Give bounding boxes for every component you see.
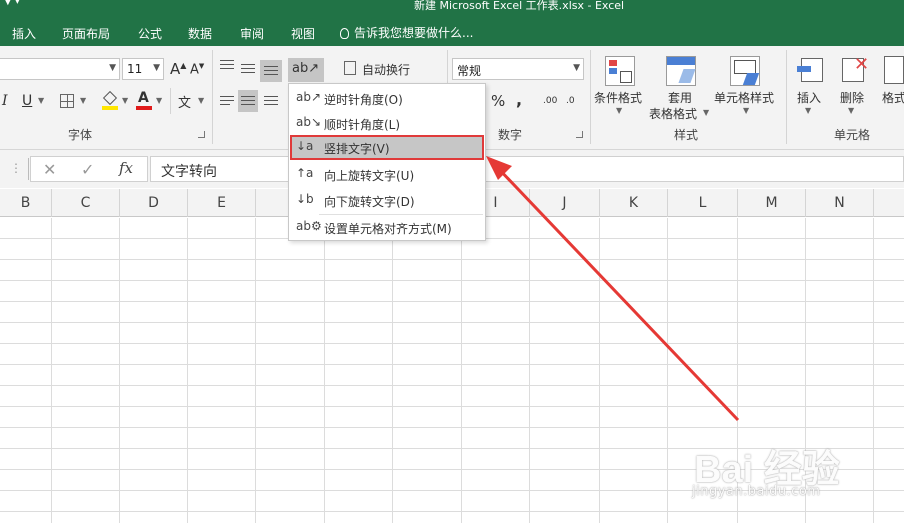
- arrow-head: [486, 156, 512, 180]
- watermark: Bai 经验 jingyan.baidu.com: [692, 430, 892, 520]
- watermark-url: jingyan.baidu.com: [692, 484, 821, 499]
- arrow-shaft: [494, 164, 740, 422]
